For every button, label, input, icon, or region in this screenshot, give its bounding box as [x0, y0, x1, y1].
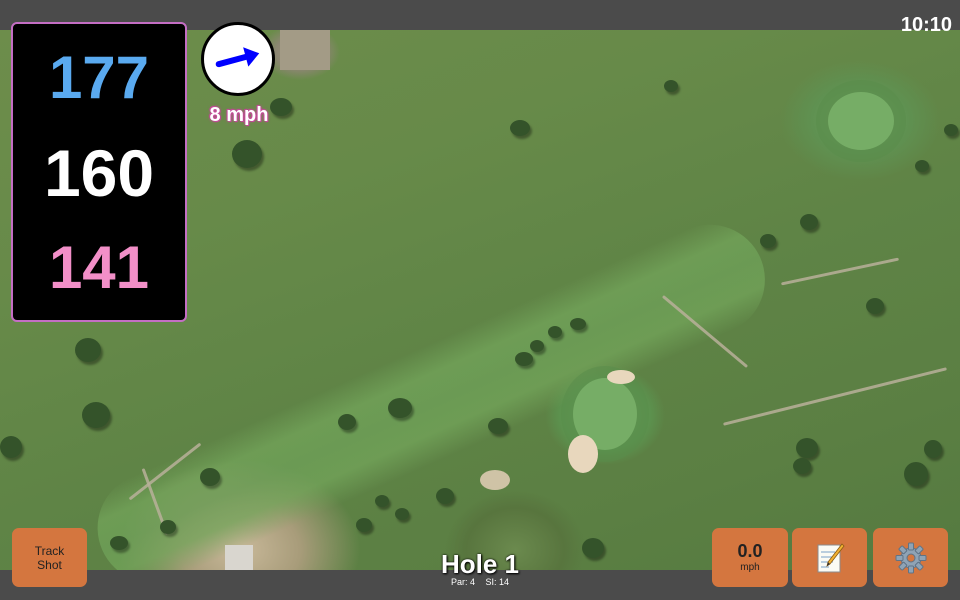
- tree: [548, 326, 562, 338]
- tree: [395, 508, 409, 520]
- middle-distance: 160: [43, 136, 155, 210]
- tree: [200, 468, 220, 486]
- speed-value: 0.0: [737, 540, 763, 561]
- bunker: [568, 435, 598, 473]
- tree: [915, 160, 929, 172]
- bunker: [480, 470, 510, 490]
- back-distance: 177: [48, 44, 150, 111]
- track-shot-label-line2: Shot: [37, 557, 62, 572]
- tree: [110, 536, 128, 550]
- tree: [232, 140, 262, 168]
- stroke-index-label: SI: 14: [485, 577, 510, 587]
- tree: [510, 120, 530, 136]
- tree: [488, 418, 508, 434]
- distance-panel: 177 160 141: [11, 22, 187, 322]
- clubhouse: [225, 545, 253, 570]
- tree: [796, 438, 818, 458]
- tree: [356, 518, 372, 532]
- track-shot-label-line1: Track: [34, 543, 65, 558]
- clock: 10:10: [900, 14, 952, 36]
- wind-speed: 8 mph: [209, 104, 269, 126]
- tree: [570, 318, 586, 330]
- tree: [800, 214, 818, 230]
- cart-path: [780, 257, 900, 286]
- tree: [944, 124, 958, 136]
- tree: [160, 520, 176, 534]
- tree: [338, 414, 356, 430]
- wind-direction-indicator: [201, 22, 275, 96]
- wind-arrow-icon: [215, 47, 260, 68]
- tree: [793, 458, 811, 474]
- hole-title: Hole 1: [440, 549, 520, 579]
- hole-info: Par: 4 SI: 14: [380, 577, 580, 587]
- speed-button[interactable]: 0.0 mph: [712, 528, 788, 587]
- settings-button[interactable]: [873, 528, 948, 587]
- tree: [760, 234, 776, 248]
- bunker: [607, 370, 635, 384]
- front-distance: 141: [48, 234, 150, 301]
- notes-button[interactable]: [792, 528, 867, 587]
- tree: [75, 338, 101, 362]
- tree: [82, 402, 110, 428]
- tree: [530, 340, 544, 352]
- gear-icon: [895, 542, 926, 573]
- tree: [515, 352, 533, 366]
- green-far: [828, 92, 894, 150]
- tree: [904, 462, 928, 486]
- tree: [664, 80, 678, 92]
- speed-unit: mph: [740, 561, 760, 573]
- par-label: Par: 4: [450, 577, 475, 587]
- notes-icon: [817, 542, 845, 572]
- tree: [0, 436, 22, 458]
- tree: [388, 398, 412, 418]
- tree: [866, 298, 884, 314]
- track-shot-button[interactable]: Track Shot: [12, 528, 87, 587]
- tree: [582, 538, 604, 558]
- cart-path: [723, 367, 947, 426]
- tree: [436, 488, 454, 504]
- tree: [924, 440, 942, 458]
- tree: [375, 495, 389, 507]
- maintenance-building: [280, 30, 330, 70]
